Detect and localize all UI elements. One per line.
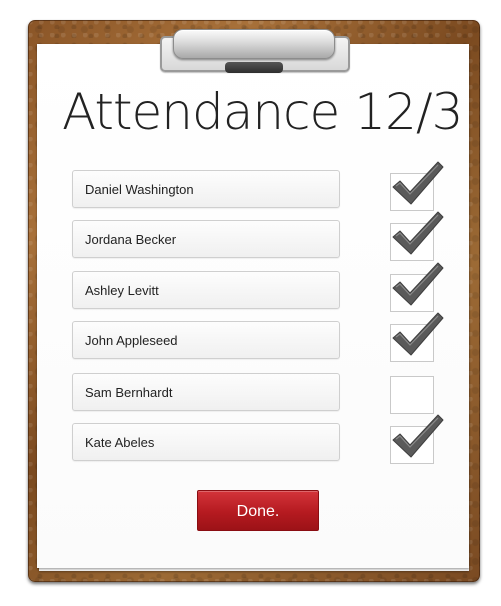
student-name-field[interactable]: John Appleseed xyxy=(72,321,340,359)
student-row: Jordana Becker xyxy=(72,211,452,262)
attendance-checkbox[interactable] xyxy=(390,376,434,414)
page-title: Attendance 12/3 xyxy=(62,83,463,141)
attendance-checkbox[interactable] xyxy=(390,211,444,261)
student-name-field[interactable]: Jordana Becker xyxy=(72,220,340,258)
checkmark-icon xyxy=(392,414,444,458)
student-name-field[interactable]: Kate Abeles xyxy=(72,423,340,461)
checkmark-icon xyxy=(392,211,444,255)
student-name-field[interactable]: Sam Bernhardt xyxy=(72,373,340,411)
student-row: Ashley Levitt xyxy=(72,262,452,313)
student-name-field[interactable]: Ashley Levitt xyxy=(72,271,340,309)
student-row: John Appleseed xyxy=(72,312,452,363)
attendance-checkbox[interactable] xyxy=(390,414,444,464)
attendance-checkbox[interactable] xyxy=(390,262,444,312)
done-button[interactable]: Done. xyxy=(197,490,319,531)
attendance-checkbox[interactable] xyxy=(390,312,444,362)
student-row: Kate Abeles xyxy=(72,414,452,465)
checkmark-icon xyxy=(392,312,444,356)
checkmark-icon xyxy=(392,161,444,205)
attendance-checkbox[interactable] xyxy=(390,161,444,211)
student-row: Sam Bernhardt xyxy=(72,373,452,415)
clip-bar xyxy=(173,29,335,59)
checkmark-icon xyxy=(392,262,444,306)
student-row: Daniel Washington xyxy=(72,161,452,212)
student-name-field[interactable]: Daniel Washington xyxy=(72,170,340,208)
clip-knob xyxy=(225,62,283,73)
